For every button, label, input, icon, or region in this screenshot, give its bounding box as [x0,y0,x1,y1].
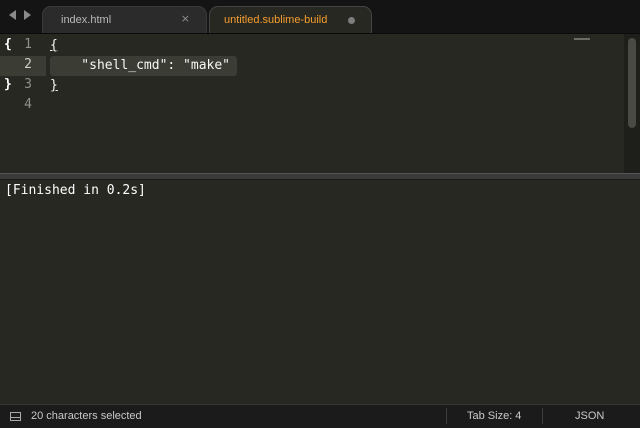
gutter-row-current: 2 [0,56,46,76]
minimap[interactable] [574,38,590,40]
selection-status: 20 characters selected [31,410,142,422]
code-line[interactable]: { [50,36,58,56]
code-line[interactable]: "shell_cmd": "make" [50,56,230,76]
chevron-left-icon[interactable] [9,10,16,20]
status-divider [446,408,447,424]
panel-toggle-icon[interactable] [10,412,21,421]
gutter-row: 4 [0,96,46,116]
close-icon[interactable]: × [181,12,190,25]
line-number: 4 [24,97,32,112]
tab-label: untitled.sublime-build [224,14,328,26]
build-output-text: [Finished in 0.2s] [5,183,146,198]
line-number: 2 [24,57,32,72]
build-output-panel[interactable]: [Finished in 0.2s] [0,180,640,402]
tab-index-html[interactable]: index.html × [42,6,207,33]
tab-untitled-sublime-build[interactable]: untitled.sublime-build [209,6,372,33]
panel-splitter[interactable] [0,173,640,180]
tab-bar: index.html × untitled.sublime-build [0,0,640,34]
gutter-row: } 3 [0,76,46,96]
syntax-selector[interactable]: JSON [575,410,604,422]
chevron-right-icon[interactable] [24,10,31,20]
line-number: 1 [24,37,32,52]
vertical-scrollbar[interactable] [624,34,640,173]
fold-marker[interactable]: { [4,37,12,52]
gutter-row: { 1 [0,36,46,56]
tab-label: index.html [61,14,112,26]
line-gutter: { 1 2 } 3 4 [0,34,46,173]
code-line[interactable]: } [50,76,58,96]
scrollbar-thumb[interactable] [628,38,636,128]
editor-pane[interactable]: { 1 2 } 3 4 { "shell_cmd": "make" } [0,34,640,173]
status-divider [542,408,543,424]
fold-marker[interactable]: } [4,77,12,92]
line-number: 3 [24,77,32,92]
status-bar: 20 characters selected Tab Size: 4 JSON [0,404,640,428]
unsaved-dot-icon[interactable] [348,17,355,24]
tab-size-selector[interactable]: Tab Size: 4 [467,410,521,422]
